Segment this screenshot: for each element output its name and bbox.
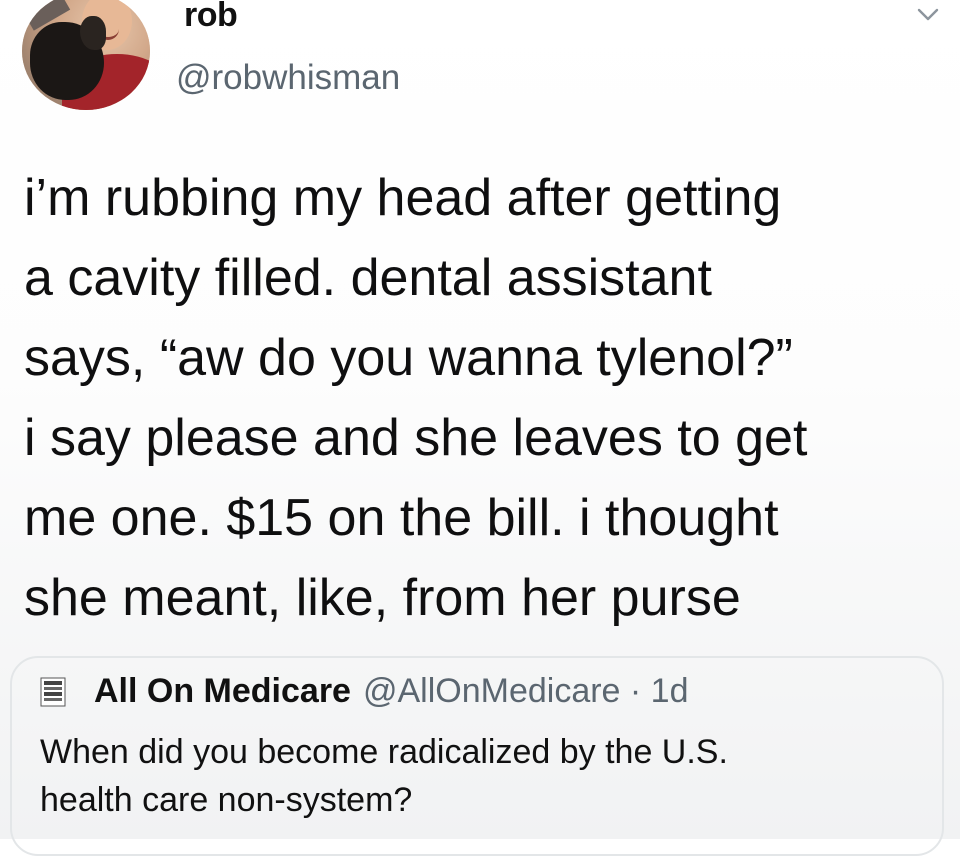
- quoted-display-name[interactable]: All On Medicare: [94, 672, 351, 711]
- medicare-portal-logo-icon: [40, 677, 66, 706]
- tweet-text-line: says, “aw do you wanna tylenol?”: [24, 329, 793, 387]
- tweet-text-line: she meant, like, from her purse: [24, 569, 741, 627]
- avatar[interactable]: [22, 0, 150, 110]
- quoted-text-line: When did you become radicalized by the U…: [40, 733, 728, 771]
- tweet-text: i’m rubbing my head after getting a cavi…: [24, 158, 944, 638]
- quoted-text-line: health care non-system?: [40, 781, 413, 819]
- tweet-text-line: i’m rubbing my head after getting: [24, 169, 782, 227]
- chevron-down-icon[interactable]: [916, 4, 940, 24]
- tweet-text-line: a cavity filled. dental assistant: [24, 249, 712, 307]
- quoted-tweet-text: When did you become radicalized by the U…: [40, 728, 920, 824]
- display-name[interactable]: rob: [184, 0, 238, 35]
- user-handle[interactable]: @robwhisman: [176, 58, 400, 98]
- tweet-card[interactable]: rob @robwhisman i’m rubbing my head afte…: [0, 0, 960, 856]
- quoted-handle-time[interactable]: @AllOnMedicare · 1d: [363, 672, 689, 711]
- tweet-text-line: me one. $15 on the bill. i thought: [24, 489, 779, 547]
- quoted-tweet-header: All On Medicare @AllOnMedicare · 1d: [40, 672, 689, 711]
- tweet-text-line: i say please and she leaves to get: [24, 409, 808, 467]
- avatar-dog-ear: [80, 16, 106, 50]
